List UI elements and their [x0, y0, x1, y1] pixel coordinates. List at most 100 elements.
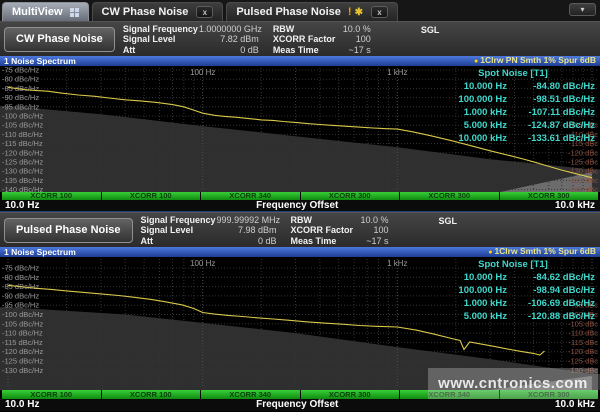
- svg-text:-135 dBc: -135 dBc: [568, 176, 598, 185]
- svg-text:-140 dBc/Hz: -140 dBc/Hz: [2, 185, 44, 192]
- tab-cw-phase-noise[interactable]: CW Phase Noise x: [92, 2, 224, 21]
- window-titlebar-pulsed[interactable]: 1 Noise Spectrum ●1Clrw Smth 1% Spur 6dB: [0, 247, 600, 257]
- spot-noise-table: Spot Noise [T1]10.000 Hz-84.80 dBc/Hz100…: [445, 67, 595, 145]
- xcorr-segment: XCORR 300: [301, 390, 400, 399]
- field-label: Signal Frequency: [123, 24, 199, 35]
- field-label: RBW: [291, 215, 353, 226]
- svg-text:-120 dBc/Hz: -120 dBc/Hz: [2, 148, 44, 157]
- svg-text:-110 dBc/Hz: -110 dBc/Hz: [2, 329, 43, 338]
- spot-noise-row: 10.000 kHz-133.61 dBc/Hz: [445, 132, 595, 145]
- window-title: 1 Noise Spectrum: [4, 56, 76, 66]
- sgl-mode-indicator: SGL: [439, 215, 458, 226]
- tab-pulsed-phase-noise[interactable]: Pulsed Phase Noise ! ✱ x: [226, 2, 398, 21]
- window-title: 1 Noise Spectrum: [4, 247, 76, 257]
- field-value: ~17 s: [335, 45, 371, 56]
- multiview-grid-icon: [70, 8, 74, 12]
- x-axis-row-pulsed: 10.0 Hz Frequency Offset 10.0 kHz: [0, 399, 600, 411]
- field-label: Att: [141, 236, 217, 247]
- svg-text:-125 dBc: -125 dBc: [568, 357, 598, 366]
- svg-text:-115 dBc/Hz: -115 dBc/Hz: [2, 139, 43, 148]
- svg-text:-125 dBc/Hz: -125 dBc/Hz: [2, 357, 44, 366]
- spot-noise-row: 5.000 kHz-124.87 dBc/Hz: [445, 119, 595, 132]
- trace-info-label: 1Clrw Smth 1% Spur 6dB: [494, 246, 596, 256]
- trace-info-label: 1Clrw PN Smth 1% Spur 6dB: [480, 55, 596, 65]
- field-value: 10.0 %: [335, 24, 371, 35]
- field-value: 1.0000000 GHz: [199, 24, 259, 35]
- svg-text:-90 dBc/Hz: -90 dBc/Hz: [2, 93, 39, 102]
- window-titlebar-cw[interactable]: 1 Noise Spectrum ●1Clrw PN Smth 1% Spur …: [0, 56, 600, 66]
- spot-noise-row: 100.000 Hz-98.94 dBc/Hz: [445, 284, 595, 297]
- close-icon[interactable]: x: [196, 6, 213, 18]
- tab-multiview[interactable]: MultiView: [2, 2, 89, 21]
- svg-text:-110 dBc: -110 dBc: [569, 329, 599, 338]
- xcorr-segment: XCORR 100: [102, 390, 201, 399]
- svg-text:-120 dBc/Hz: -120 dBc/Hz: [2, 347, 44, 356]
- svg-text:-105 dBc/Hz: -105 dBc/Hz: [2, 121, 44, 130]
- svg-text:-95 dBc/Hz: -95 dBc/Hz: [2, 301, 39, 310]
- field-label: XCORR Factor: [273, 34, 335, 45]
- svg-text:1 kHz: 1 kHz: [387, 259, 407, 268]
- xcorr-segment: XCORR 100: [2, 390, 101, 399]
- field-label: RBW: [273, 24, 335, 35]
- channel-header-pulsed: Pulsed Phase Noise Signal Frequency999.9…: [0, 212, 600, 247]
- spot-noise-row: 100.000 Hz-98.51 dBc/Hz: [445, 93, 595, 106]
- close-icon[interactable]: x: [371, 6, 388, 18]
- svg-text:-100 dBc/Hz: -100 dBc/Hz: [2, 310, 44, 319]
- tab-bar: MultiView CW Phase Noise x Pulsed Phase …: [0, 0, 600, 21]
- svg-text:-110 dBc/Hz: -110 dBc/Hz: [2, 130, 43, 139]
- svg-text:1 kHz: 1 kHz: [387, 68, 407, 77]
- spot-noise-title: Spot Noise [T1]: [445, 258, 595, 271]
- alert-icon: !: [348, 6, 352, 18]
- field-value: 7.98 dBm: [217, 225, 277, 236]
- channel-info-cw: Signal Frequency1.0000000 GHz Signal Lev…: [123, 23, 440, 56]
- field-label: Signal Level: [123, 34, 199, 45]
- spot-noise-row: 10.000 Hz-84.62 dBc/Hz: [445, 271, 595, 284]
- spot-noise-row: 10.000 Hz-84.80 dBc/Hz: [445, 80, 595, 93]
- svg-text:-80 dBc/Hz: -80 dBc/Hz: [2, 273, 39, 282]
- analyzer-screen: MultiView CW Phase Noise x Pulsed Phase …: [0, 0, 600, 412]
- field-value: 0 dB: [199, 45, 259, 56]
- field-value: 10.0 %: [353, 215, 389, 226]
- axis-start-label: 10.0 Hz: [5, 200, 39, 212]
- tab-pulsed-label: Pulsed Phase Noise: [236, 6, 341, 18]
- field-label: Meas Time: [273, 45, 335, 56]
- noise-spectrum-plot-cw[interactable]: -75 dBc/Hz-80 dBc/Hz-85 dBc/Hz-90 dBc/Hz…: [0, 66, 600, 192]
- spot-noise-row: 1.000 kHz-107.11 dBc/Hz: [445, 106, 595, 119]
- window-layout-dropdown-button[interactable]: ▾: [569, 3, 596, 16]
- svg-text:-140 dBc: -140 dBc: [568, 185, 598, 192]
- svg-text:-125 dBc: -125 dBc: [568, 158, 598, 167]
- axis-stop-label: 10.0 kHz: [555, 200, 595, 212]
- xcorr-segment: XCORR 340: [201, 390, 300, 399]
- svg-text:-120 dBc: -120 dBc: [568, 148, 598, 157]
- svg-text:-115 dBc/Hz: -115 dBc/Hz: [2, 338, 43, 347]
- spot-noise-title: Spot Noise [T1]: [445, 67, 595, 80]
- x-axis-row-cw: 10.0 Hz Frequency Offset 10.0 kHz: [0, 200, 600, 212]
- svg-text:-135 dBc/Hz: -135 dBc/Hz: [2, 176, 44, 185]
- svg-text:-85 dBc/Hz: -85 dBc/Hz: [2, 84, 39, 93]
- watermark: www.cntronics.com: [428, 368, 598, 399]
- field-value: 7.82 dBm: [199, 34, 259, 45]
- sgl-mode-indicator: SGL: [421, 24, 440, 35]
- star-icon: ✱: [355, 7, 363, 18]
- field-label: Att: [123, 45, 199, 56]
- svg-text:100 Hz: 100 Hz: [190, 259, 215, 268]
- tab-multiview-label: MultiView: [12, 6, 63, 18]
- svg-text:-105 dBc/Hz: -105 dBc/Hz: [2, 319, 44, 328]
- field-label: Signal Level: [141, 225, 217, 236]
- svg-text:-75 dBc/Hz: -75 dBc/Hz: [2, 264, 39, 273]
- svg-text:-125 dBc/Hz: -125 dBc/Hz: [2, 158, 44, 167]
- field-value: ~17 s: [353, 236, 389, 247]
- field-value: 0 dB: [217, 236, 277, 247]
- svg-text:-100 dBc/Hz: -100 dBc/Hz: [2, 112, 44, 121]
- svg-text:-130 dBc/Hz: -130 dBc/Hz: [2, 366, 44, 375]
- channel-button-cw[interactable]: CW Phase Noise: [4, 27, 115, 52]
- svg-text:-95 dBc/Hz: -95 dBc/Hz: [2, 102, 39, 111]
- svg-text:-130 dBc/Hz: -130 dBc/Hz: [2, 167, 44, 176]
- trace-color-dot-icon: ●: [474, 58, 478, 65]
- channel-button-pulsed[interactable]: Pulsed Phase Noise: [4, 218, 133, 243]
- trace-color-dot-icon: ●: [488, 249, 492, 256]
- channel-header-cw: CW Phase Noise Signal Frequency1.0000000…: [0, 21, 600, 56]
- xcorr-segment: XCORR 300: [400, 192, 499, 200]
- svg-text:100 Hz: 100 Hz: [190, 68, 215, 77]
- channel-info-pulsed: Signal Frequency999.99992 MHz Signal Lev…: [141, 214, 458, 247]
